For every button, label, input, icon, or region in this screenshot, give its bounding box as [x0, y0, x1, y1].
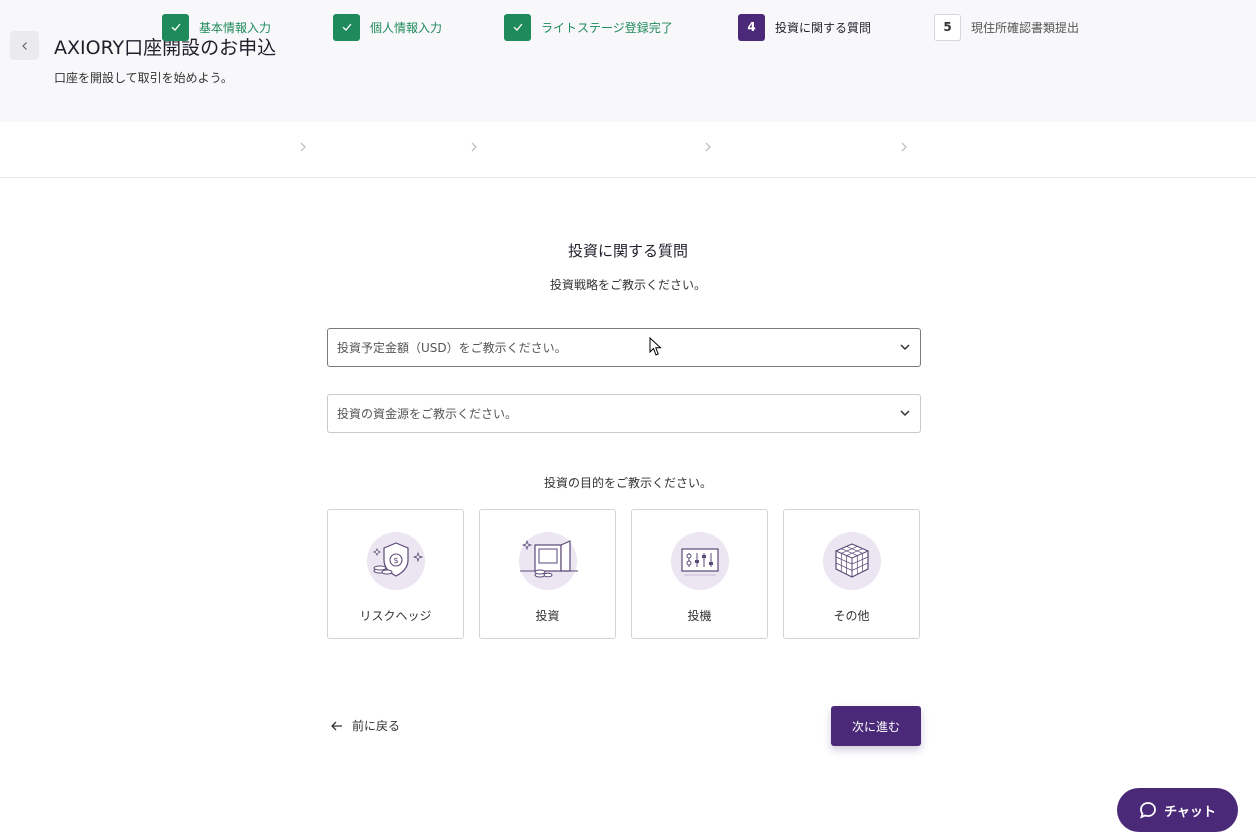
step-investment-questions: 4 投資に関する質問 — [738, 13, 871, 41]
check-icon — [333, 13, 360, 41]
section-title: 投資に関する質問 — [567, 242, 688, 260]
select-placeholder: 投資の資金源をご教示ください。 — [337, 407, 518, 421]
chat-button[interactable]: チャット — [1117, 788, 1238, 832]
arrow-left-icon — [331, 721, 342, 730]
step-number: 4 — [738, 13, 765, 41]
back-button[interactable] — [10, 31, 39, 60]
mouse-cursor-icon — [649, 337, 662, 356]
step-label: 投資に関する質問 — [775, 20, 872, 35]
shield-dollar-icon: $ — [367, 532, 425, 590]
next-button[interactable]: 次に進む — [831, 706, 921, 746]
chat-bubble-icon — [1140, 802, 1156, 819]
step-label: 現住所確認書類提出 — [971, 20, 1080, 35]
step-lite-stage: ライトステージ登録完了 — [504, 13, 673, 41]
progress-stepper — [0, 122, 1256, 178]
card-label: その他 — [833, 609, 870, 623]
investment-amount-select[interactable]: 投資予定金額（USD）をご教示ください。 — [327, 328, 921, 367]
prev-button[interactable]: 前に戻る — [330, 717, 400, 734]
card-label: リスクヘッジ — [359, 609, 432, 623]
step-address-documents: 5 現住所確認書類提出 — [934, 13, 1079, 41]
chat-label: チャット — [1164, 804, 1216, 820]
prev-label: 前に戻る — [352, 719, 401, 733]
purpose-card-investment[interactable]: 投資 — [479, 509, 616, 639]
svg-text:$: $ — [393, 556, 398, 565]
select-placeholder: 投資予定金額（USD）をご教示ください。 — [337, 341, 567, 355]
purpose-label: 投資の目的をご教示ください。 — [543, 476, 712, 490]
step-personal-info: 個人情報入力 — [333, 13, 442, 41]
card-label: 投資 — [535, 609, 560, 623]
step-basic-info: 基本情報入力 — [162, 13, 271, 41]
chevron-right-icon — [901, 142, 907, 152]
purpose-card-risk-hedge[interactable]: $ リスクヘッジ — [327, 509, 464, 639]
cube-grid-icon — [823, 532, 881, 590]
step-number: 5 — [934, 13, 961, 41]
chevron-right-icon — [300, 142, 306, 152]
chevron-down-icon — [900, 344, 910, 351]
sliders-panel-icon — [671, 532, 729, 590]
chevron-right-icon — [471, 142, 477, 152]
purpose-card-speculation[interactable]: 投機 — [631, 509, 768, 639]
chevron-right-icon — [705, 142, 711, 152]
chevron-left-icon — [21, 41, 27, 50]
step-label: ライトステージ登録完了 — [541, 20, 673, 35]
purpose-card-other[interactable]: その他 — [783, 509, 920, 639]
section-description: 投資戦略をご教示ください。 — [549, 278, 706, 292]
step-label: 個人情報入力 — [370, 20, 443, 35]
check-icon — [504, 13, 531, 41]
fund-source-select[interactable]: 投資の資金源をご教示ください。 — [327, 394, 921, 433]
chevron-down-icon — [900, 410, 910, 417]
card-label: 投機 — [687, 609, 712, 623]
check-icon — [162, 13, 189, 41]
page-subtitle: 口座を開設して取引を始めよう。 — [54, 71, 233, 85]
safe-icon — [519, 532, 578, 590]
step-label: 基本情報入力 — [199, 20, 272, 35]
